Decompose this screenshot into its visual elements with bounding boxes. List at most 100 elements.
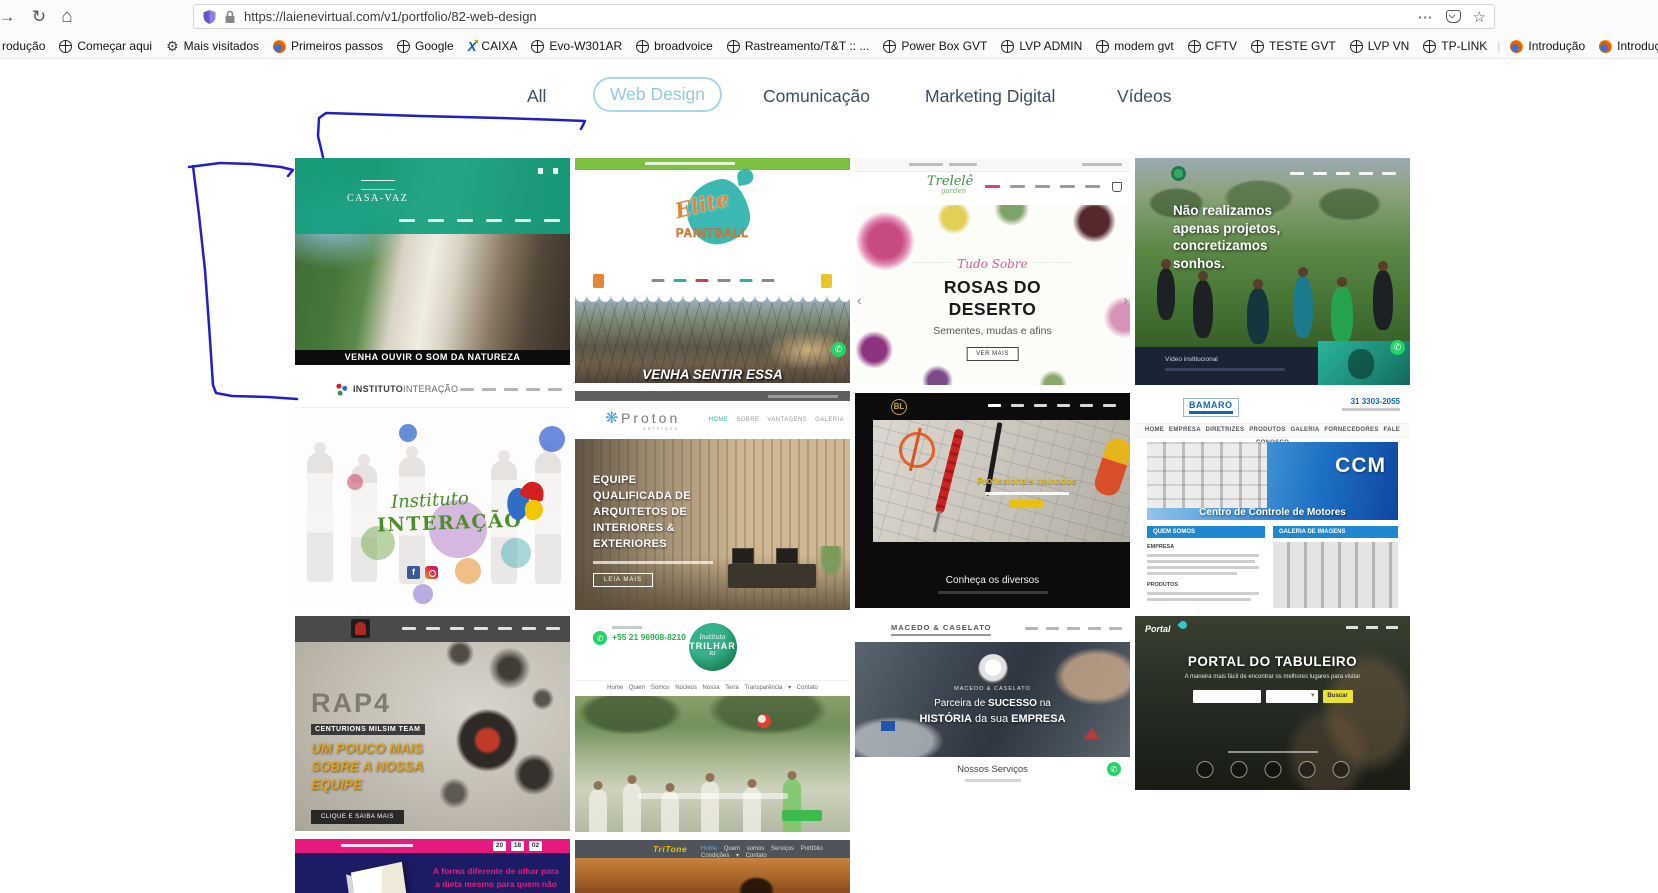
- portfolio-tile-bamaro[interactable]: BAMARO 31 3303-2055 HOME EMPRESA DIRETRI…: [1135, 393, 1410, 608]
- bookmark-item[interactable]: LVP ADMIN: [994, 34, 1089, 58]
- bookmark-item[interactable]: Introdução: [1592, 34, 1658, 58]
- bookmark-item[interactable]: LVP VN: [1343, 34, 1417, 58]
- color-dot: [539, 426, 565, 452]
- bookmark-item[interactable]: Power Box GVT: [876, 34, 994, 58]
- tracking-shield-icon[interactable]: [202, 9, 217, 25]
- browser-toolbar: → ↻ ⌂ https://laienevirtual.com/v1/portf…: [0, 0, 1658, 35]
- bookmark-item[interactable]: TESTE GVT: [1244, 34, 1343, 58]
- portfolio-tile-esporte[interactable]: Não realizamos apenas projetos, concreti…: [1135, 158, 1410, 385]
- portfolio-tile-rap4[interactable]: RAP4 CENTURIONS MILSIM TEAM UM POUCO MAI…: [295, 616, 570, 831]
- portfolio-tile-dieta[interactable]: 20 18 02 A forma diferente de olhar para…: [295, 839, 570, 893]
- firefox-icon: [1599, 39, 1613, 53]
- bookmark-star-icon[interactable]: ☆: [1473, 8, 1486, 26]
- kids-photo: [575, 696, 850, 832]
- portfolio-tile-portal-do-tabuleiro[interactable]: Portal PORTAL DO TABULEIRO A maneira mai…: [1135, 616, 1410, 790]
- tab-web-design[interactable]: Web Design: [593, 77, 722, 112]
- site-nav: Home Quem somos Serviços Portfólio Condi…: [701, 846, 823, 859]
- globe-icon: [1096, 39, 1110, 53]
- book-mockup: [350, 861, 408, 893]
- site-logo: MACEDO & CASELATO: [891, 623, 992, 636]
- globe-icon: [636, 39, 650, 53]
- site-header: Elite PAINTBALL: [575, 170, 850, 296]
- pen-stroke-left-box-top: [187, 161, 295, 178]
- forward-button[interactable]: →: [0, 4, 20, 30]
- globe-icon: [397, 39, 411, 53]
- gear-icon: ⚙: [166, 38, 179, 54]
- reload-button[interactable]: ↻: [26, 4, 52, 30]
- bookmark-item[interactable]: broadvoice: [629, 34, 720, 58]
- page-actions-icon[interactable]: ⋯: [1418, 8, 1434, 26]
- leia-mais-button: LEIA MAIS: [593, 573, 654, 587]
- hero-headline-line2: HISTÓRIA da sua EMPRESA: [919, 713, 1066, 725]
- bookmark-item[interactable]: Evo-W301AR: [524, 34, 629, 58]
- pocket-icon[interactable]: [1445, 10, 1461, 23]
- portfolio-tile-rosas-do-deserto[interactable]: Trelelêgarden ‹ › Tudo Sobre ROSAS DODES…: [855, 158, 1130, 385]
- portfolio-tile-ferramentas[interactable]: BL Profissionais treinados Conheça os di…: [855, 393, 1130, 608]
- saiba-mais-button: CLIQUE E SAIBA MAIS: [311, 810, 404, 824]
- site-footer: Nossos Serviços ✆: [855, 757, 1130, 790]
- home-button[interactable]: ⌂: [54, 4, 80, 30]
- bookmark-item[interactable]: Rastreamento/T&T :: ...: [720, 34, 877, 58]
- globe-icon: [1187, 39, 1201, 53]
- bookmark-item[interactable]: modem gvt: [1089, 34, 1180, 58]
- section-title: Nossos Serviços: [957, 764, 1028, 775]
- tab-all[interactable]: All: [527, 86, 546, 107]
- site-banner-text: VENHA SENTIR ESSA: [642, 367, 783, 382]
- nav-placeholder: [985, 185, 1100, 188]
- bookmark-label: Power Box GVT: [901, 39, 988, 53]
- bookmark-item[interactable]: TP-LINK: [1416, 34, 1494, 58]
- portfolio-tile-casa-vaz[interactable]: CASA-VAZ VENHA OUVIR O SOM DA NATUREZA: [295, 158, 570, 365]
- bookmark-item[interactable]: Introdução: [1503, 34, 1592, 58]
- section-title: Conheça os diversos: [855, 575, 1130, 594]
- site-header: ❋ Proton serviços HOME SOBRE VANTAGENS GA…: [575, 401, 850, 439]
- text-placeholder: [593, 561, 713, 564]
- url-text[interactable]: https://laienevirtual.com/v1/portfolio/8…: [244, 9, 537, 24]
- bookmark-item[interactable]: X CAIXA: [461, 34, 525, 58]
- text-placeholder: [1147, 592, 1259, 595]
- bookmark-item[interactable]: Começar aqui: [52, 34, 159, 58]
- pen-stroke-left-box-side: [191, 164, 299, 401]
- bookmark-item[interactable]: Google: [390, 34, 461, 58]
- site-topbar: [575, 158, 850, 170]
- category-icons-row: [1196, 761, 1349, 778]
- portfolio-tile-paintball[interactable]: Elite PAINTBALL VENHA SENTIR ESSA ✆: [575, 158, 850, 383]
- hero-tagline: Tudo Sobre: [855, 257, 1130, 271]
- nav-placeholder: [988, 404, 1116, 407]
- kid-figure: [701, 781, 719, 832]
- site-logo: CASA-VAZ: [347, 180, 408, 204]
- hero-headline: Não realizamos apenas projetos, concreti…: [1173, 203, 1281, 271]
- search-button: Buscar: [1322, 690, 1353, 703]
- portfolio-tile-tritone[interactable]: TriTone Home Quem somos Serviços Portfól…: [575, 840, 850, 893]
- tab-comunicacao[interactable]: Comunicação: [763, 86, 870, 107]
- bookmark-item[interactable]: CFTV: [1181, 34, 1244, 58]
- site-logo: Portal: [1145, 624, 1171, 634]
- site-topbar: [855, 158, 1130, 172]
- countdown-number: 02: [529, 841, 542, 851]
- portfolio-tile-macedo-caselato[interactable]: MACEDO & CASELATO MACEDO & CASELATO Parc…: [855, 616, 1130, 790]
- address-bar[interactable]: https://laienevirtual.com/v1/portfolio/8…: [193, 4, 1495, 29]
- text-placeholder: [1147, 560, 1255, 563]
- portfolio-tile-instituto-interacao[interactable]: INSTITUTOINTERAÇÃO Instituto INTERAÇÃO f: [295, 373, 570, 608]
- search-row: Buscar: [1192, 690, 1353, 703]
- whatsapp-icon: ✆: [1107, 762, 1121, 776]
- portfolio-tile-instituto-trilhar[interactable]: ✆ +55 21 96908-8210 Instituto TRILHAR RJ…: [575, 618, 850, 832]
- watermark-title: RAP4: [311, 688, 392, 718]
- blueprint-photo: Profissionais treinados: [873, 420, 1130, 542]
- portfolio-tile-proton[interactable]: ❋ Proton serviços HOME SOBRE VANTAGENS GA…: [575, 391, 850, 610]
- tab-videos[interactable]: Vídeos: [1117, 86, 1171, 107]
- site-header: Trelelê garden: [855, 172, 1130, 205]
- color-dot: [413, 584, 433, 604]
- monitor: [732, 548, 754, 564]
- video-label: Vídeo institucional: [1165, 356, 1218, 363]
- bookmark-item[interactable]: ⚙ Mais visitados: [159, 34, 266, 58]
- bookmark-label: Primeiros passos: [291, 39, 384, 53]
- bookmark-item[interactable]: rodução: [0, 34, 52, 58]
- tab-marketing-digital[interactable]: Marketing Digital: [925, 86, 1055, 107]
- site-header: TriTone Home Quem somos Serviços Portfól…: [575, 840, 850, 859]
- site-header: [295, 616, 570, 642]
- site-topbar: [575, 391, 850, 401]
- bookmark-item[interactable]: Primeiros passos: [266, 34, 390, 58]
- caption-placeholder: [1135, 740, 1410, 758]
- content-columns: QUEM SOMOS GALERIA DE IMAGENS EMPRESA PR…: [1147, 526, 1398, 608]
- site-nav: Home Quem Somos Núcleos Nossa Terra Tran…: [575, 680, 850, 696]
